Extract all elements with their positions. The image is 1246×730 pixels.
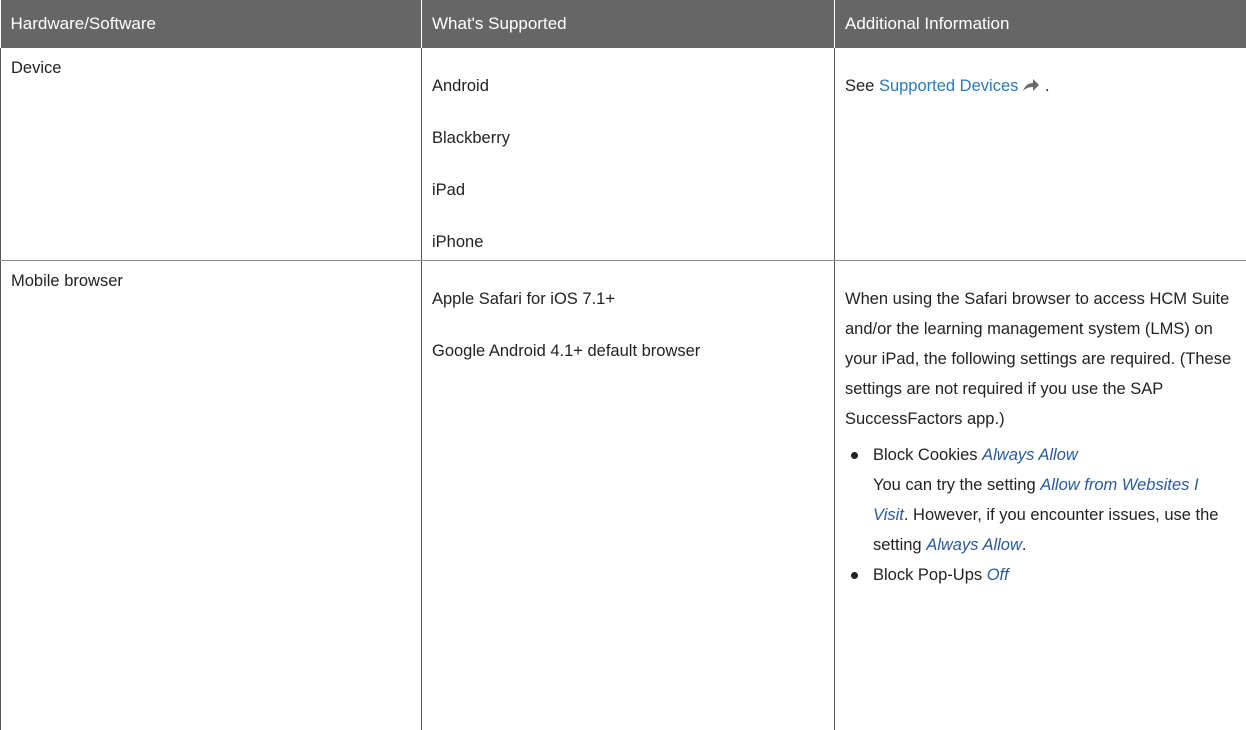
note-middle: . However, if you encounter issues, use … bbox=[873, 506, 1218, 554]
table-row: Device Android Blackberry iPad iPhone Se… bbox=[1, 48, 1246, 260]
note-end: . bbox=[1022, 536, 1027, 554]
supported-item: Google Android 4.1+ default browser bbox=[432, 336, 824, 366]
list-item: Block Pop-Ups Off bbox=[873, 560, 1236, 590]
supported-item: Blackberry bbox=[432, 123, 824, 153]
hardware-cell: Device bbox=[1, 48, 422, 260]
info-cell: When using the Safari browser to access … bbox=[835, 260, 1246, 730]
header-hardware-software: Hardware/Software bbox=[1, 0, 422, 48]
supported-item: Android bbox=[432, 71, 824, 101]
supported-item: iPhone bbox=[432, 227, 824, 257]
info-suffix: . bbox=[1040, 77, 1049, 95]
hardware-label: Mobile browser bbox=[11, 272, 123, 290]
header-whats-supported: What's Supported bbox=[422, 0, 835, 48]
list-item: Block Cookies Always Allow You can try t… bbox=[873, 440, 1236, 560]
supported-item: Apple Safari for iOS 7.1+ bbox=[432, 284, 824, 314]
supported-devices-link[interactable]: Supported Devices bbox=[879, 77, 1018, 95]
support-table: Hardware/Software What's Supported Addit… bbox=[0, 0, 1246, 730]
header-additional-information: Additional Information bbox=[835, 0, 1246, 48]
settings-list: Block Cookies Always Allow You can try t… bbox=[845, 440, 1236, 590]
setting-value: Off bbox=[987, 566, 1009, 584]
supported-cell: Android Blackberry iPad iPhone bbox=[422, 48, 835, 260]
setting-label: Block Pop-Ups bbox=[873, 566, 987, 584]
supported-item: iPad bbox=[432, 175, 824, 205]
info-text: See Supported Devices . bbox=[845, 71, 1236, 101]
table-row: Mobile browser Apple Safari for iOS 7.1+… bbox=[1, 260, 1246, 730]
info-paragraph: When using the Safari browser to access … bbox=[845, 284, 1236, 434]
note-emphasis: Always Allow bbox=[926, 536, 1022, 554]
note-prefix: You can try the setting bbox=[873, 476, 1040, 494]
info-prefix: See bbox=[845, 77, 879, 95]
supported-cell: Apple Safari for iOS 7.1+ Google Android… bbox=[422, 260, 835, 730]
info-cell: See Supported Devices . bbox=[835, 48, 1246, 260]
table-header-row: Hardware/Software What's Supported Addit… bbox=[1, 0, 1246, 48]
setting-value: Always Allow bbox=[982, 446, 1078, 464]
setting-label: Block Cookies bbox=[873, 446, 982, 464]
external-link-icon[interactable] bbox=[1022, 78, 1040, 92]
hardware-cell: Mobile browser bbox=[1, 260, 422, 730]
hardware-label: Device bbox=[11, 59, 61, 77]
